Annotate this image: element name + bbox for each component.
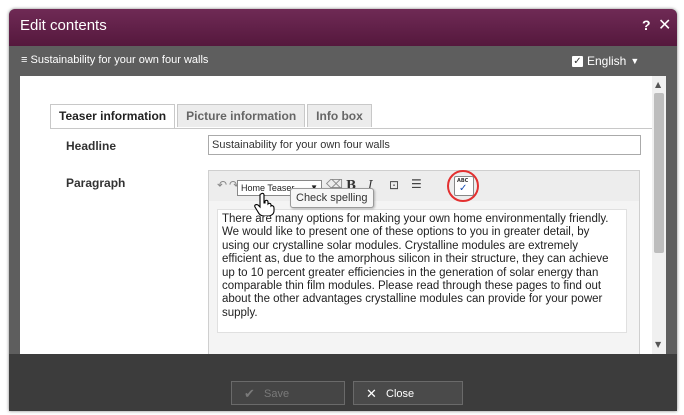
undo-icon[interactable]: ↶ <box>217 178 227 192</box>
save-button[interactable]: ✔ Save <box>231 381 345 405</box>
headline-label: Headline <box>66 139 117 153</box>
link-icon[interactable]: ⊡ <box>389 178 399 192</box>
edit-contents-dialog: Edit contents ? ✕ ≡ Sustainability for y… <box>9 9 677 411</box>
vertical-scrollbar[interactable]: ▲ ▼ <box>652 76 666 354</box>
language-label: English <box>587 54 627 68</box>
tab-picture-information[interactable]: Picture information <box>177 104 306 127</box>
document-bar: ≡ Sustainability for your own four walls… <box>9 46 677 76</box>
paragraph-text-area[interactable]: There are many options for making your o… <box>217 209 627 333</box>
content-panel: Teaser information Picture information I… <box>20 76 666 356</box>
close-icon[interactable]: ✕ <box>658 15 671 35</box>
tab-bar: Teaser information Picture information I… <box>50 104 374 128</box>
hand-cursor-icon <box>254 192 275 216</box>
chevron-down-icon[interactable]: ▼ <box>630 56 639 66</box>
document-name: ≡ Sustainability for your own four walls <box>21 54 208 66</box>
close-button[interactable]: ✕ Close <box>353 381 463 405</box>
close-icon: ✕ <box>366 386 377 401</box>
save-label: Save <box>264 388 290 400</box>
list-icon[interactable]: ☰ <box>411 177 422 191</box>
check-icon: ✔ <box>244 386 255 401</box>
dialog-footer: ✔ Save ✕ Close <box>9 354 677 411</box>
language-selector[interactable]: ✓ English ▼ <box>572 54 639 68</box>
dialog-title: Edit contents <box>20 17 107 34</box>
help-button[interactable]: ? <box>642 17 651 33</box>
headline-input[interactable]: Sustainability for your own four walls <box>208 135 641 155</box>
menu-icon[interactable]: ≡ <box>21 54 27 66</box>
tab-divider <box>50 128 666 129</box>
scroll-down-icon[interactable]: ▼ <box>655 340 661 349</box>
language-checkbox-icon[interactable]: ✓ <box>572 55 583 67</box>
spellcheck-tooltip: Check spelling <box>290 188 374 208</box>
scroll-up-icon[interactable]: ▲ <box>655 80 661 89</box>
paragraph-label: Paragraph <box>66 176 126 190</box>
scroll-thumb[interactable] <box>654 93 664 253</box>
document-title: Sustainability for your own four walls <box>30 54 209 66</box>
dialog-titlebar: Edit contents ? ✕ <box>9 9 677 46</box>
tab-info-box[interactable]: Info box <box>307 104 372 127</box>
tab-teaser-information[interactable]: Teaser information <box>50 104 176 128</box>
close-label: Close <box>386 388 415 400</box>
highlight-circle <box>447 170 479 202</box>
